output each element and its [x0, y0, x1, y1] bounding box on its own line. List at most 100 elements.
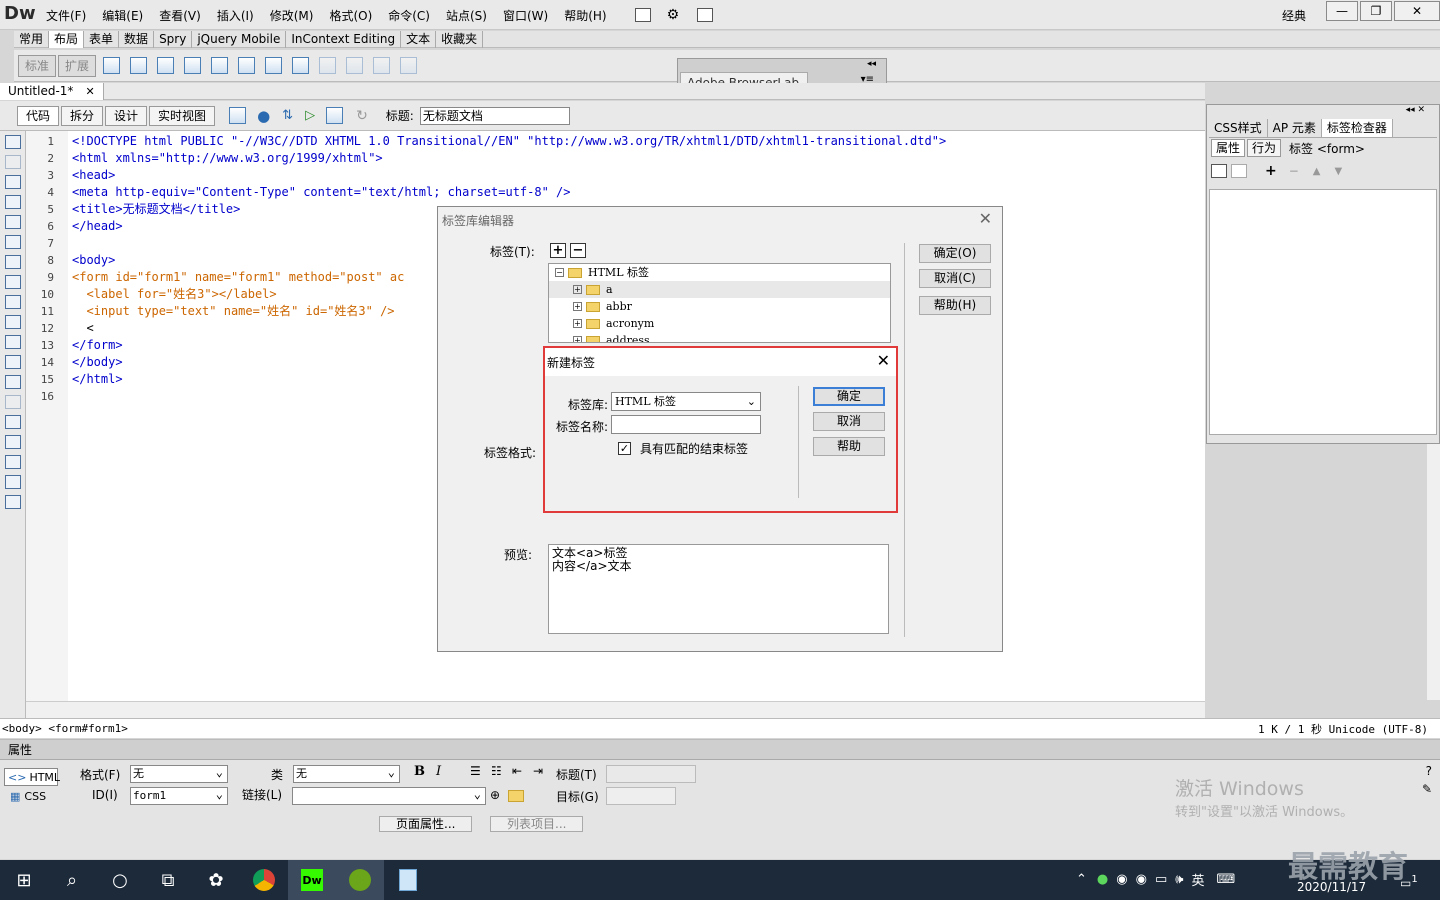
title-input[interactable]: [606, 765, 696, 783]
class-select[interactable]: 无: [293, 764, 400, 783]
tree-item[interactable]: + abbr: [549, 298, 890, 315]
row-icon[interactable]: [319, 57, 337, 74]
balance-braces-icon[interactable]: [5, 255, 21, 269]
tree-item[interactable]: + acronym: [549, 315, 890, 332]
tab-jquery-mobile[interactable]: jQuery Mobile: [192, 30, 287, 48]
target-select[interactable]: [606, 787, 676, 805]
outdent-icon[interactable]: [5, 475, 21, 489]
matching-end-tag-checkbox[interactable]: ✓ 具有匹配的结束标签: [618, 440, 748, 457]
expand-icon[interactable]: +: [573, 336, 582, 342]
menu-window[interactable]: 窗口(W): [503, 7, 548, 24]
volume-icon[interactable]: 🕪: [1175, 872, 1183, 887]
close-icon[interactable]: ✕: [877, 351, 890, 370]
line-numbers-icon[interactable]: [5, 275, 21, 289]
tab-css-styles[interactable]: CSS样式: [1209, 119, 1268, 137]
tab-ap-elements[interactable]: AP 元素: [1268, 119, 1322, 137]
tab-tag-inspector[interactable]: 标签检查器: [1321, 119, 1393, 137]
collapse-selection-icon[interactable]: [5, 195, 21, 209]
file-transfer-icon[interactable]: ⇅: [282, 108, 293, 123]
tree-item[interactable]: + address: [549, 332, 890, 342]
expanded-mode-button[interactable]: 扩展: [58, 54, 97, 77]
wechat-icon[interactable]: ●: [1097, 872, 1108, 887]
bold-button[interactable]: B: [414, 764, 425, 779]
recent-snippets-icon[interactable]: [5, 415, 21, 429]
layout-icon[interactable]: [634, 8, 651, 22]
menu-site[interactable]: 站点(S): [446, 7, 487, 24]
pinwheel-app-icon[interactable]: ✿: [192, 860, 240, 900]
tab-attributes[interactable]: 属性: [1211, 139, 1246, 157]
id-select[interactable]: form1: [130, 786, 228, 805]
column-icon[interactable]: [346, 57, 364, 74]
code-line[interactable]: <!DOCTYPE html PUBLIC "-//W3C//DTD XHTML…: [68, 133, 1205, 150]
code-line[interactable]: <html xmlns="http://www.w3.org/1999/xhtm…: [68, 150, 1205, 167]
close-icon[interactable]: ✕: [1394, 1, 1440, 21]
spry-tabs-icon[interactable]: [238, 57, 256, 74]
dreamweaver-taskbar-icon[interactable]: Dw: [288, 860, 336, 900]
iframe-icon[interactable]: [400, 57, 418, 74]
show-code-navigator-icon[interactable]: [5, 155, 21, 169]
split-view-button[interactable]: 拆分: [61, 105, 104, 126]
menu-view[interactable]: 查看(V): [159, 7, 201, 24]
restore-icon[interactable]: ❐: [1360, 1, 1392, 21]
add-icon[interactable]: +: [1265, 163, 1277, 179]
open-documents-icon[interactable]: [5, 135, 21, 149]
format-select[interactable]: 无: [130, 764, 228, 783]
help-icon[interactable]: ?: [1426, 764, 1432, 778]
point-to-file-icon[interactable]: ⊕: [490, 788, 500, 802]
expand-icon[interactable]: +: [573, 319, 582, 328]
spry-accordion-icon[interactable]: [265, 57, 283, 74]
qq-icon[interactable]: ◉: [1116, 872, 1127, 887]
menu-commands[interactable]: 命令(C): [388, 7, 430, 24]
draw-ap-icon[interactable]: [157, 57, 175, 74]
tag-tree[interactable]: − HTML 标签 + a + abbr + acronym + address: [548, 263, 891, 343]
windows-start-icon[interactable]: ⊞: [0, 860, 48, 900]
document-title-input[interactable]: 无标题文档: [419, 106, 570, 125]
tab-common[interactable]: 常用: [14, 30, 50, 48]
checkbox-checked-icon[interactable]: ✓: [618, 442, 631, 455]
site-icon[interactable]: [697, 8, 714, 22]
search-icon[interactable]: ⌕: [48, 860, 96, 900]
ok-button[interactable]: 确定: [813, 387, 885, 406]
properties-header[interactable]: 属性: [0, 740, 1440, 760]
visual-aids-icon[interactable]: [326, 107, 344, 124]
collapse-icon[interactable]: −: [555, 268, 564, 277]
quick-tag-editor-icon[interactable]: ✎: [1422, 782, 1432, 796]
design-view-button[interactable]: 设计: [105, 105, 148, 126]
frame-icon[interactable]: [373, 57, 391, 74]
tab-favorites[interactable]: 收藏夹: [436, 30, 484, 48]
doc-tab-untitled[interactable]: Untitled-1* ✕: [0, 83, 104, 100]
notepad-icon[interactable]: [384, 860, 432, 900]
unordered-list-icon[interactable]: ☰: [470, 764, 481, 778]
outdent-text-icon[interactable]: ⇤: [512, 764, 522, 778]
expand-icon[interactable]: +: [573, 302, 582, 311]
page-properties-button[interactable]: 页面属性...: [379, 816, 473, 832]
tag-name-input[interactable]: [611, 415, 761, 434]
apply-comment-icon[interactable]: [5, 355, 21, 369]
ok-button[interactable]: 确定(O): [919, 244, 991, 263]
indent-text-icon[interactable]: ⇥: [533, 764, 543, 778]
tab-incontext-editing[interactable]: InContext Editing: [286, 30, 402, 48]
tree-item[interactable]: + a: [549, 281, 890, 298]
remove-comment-icon[interactable]: [5, 375, 21, 389]
workspace-switcher[interactable]: 经典: [1282, 7, 1306, 24]
menu-edit[interactable]: 编辑(E): [102, 7, 143, 24]
refresh-icon[interactable]: ↻: [356, 108, 368, 124]
collapse-full-tag-icon[interactable]: [5, 175, 21, 189]
ordered-list-icon[interactable]: ☷: [491, 764, 502, 778]
cancel-button[interactable]: 取消(C): [919, 269, 991, 288]
list-item-button[interactable]: 列表项目...: [490, 816, 584, 832]
tab-layout[interactable]: 布局: [49, 30, 85, 48]
help-button[interactable]: 帮助(H): [919, 296, 991, 315]
tree-root[interactable]: − HTML 标签: [549, 264, 890, 281]
fluid-grid-icon[interactable]: [184, 57, 202, 74]
standard-mode-button[interactable]: 标准: [18, 54, 57, 77]
table-icon[interactable]: [292, 57, 310, 74]
spry-menu-icon[interactable]: [211, 57, 229, 74]
gear-icon[interactable]: ⚙: [667, 7, 680, 23]
syntax-coloring-icon[interactable]: [5, 335, 21, 349]
cancel-button[interactable]: 取消: [813, 412, 885, 431]
tab-forms[interactable]: 表单: [84, 30, 120, 48]
html-mode-button[interactable]: <> HTML: [4, 768, 60, 786]
highlight-invalid-icon[interactable]: [5, 295, 21, 309]
chrome-icon[interactable]: [240, 860, 288, 900]
